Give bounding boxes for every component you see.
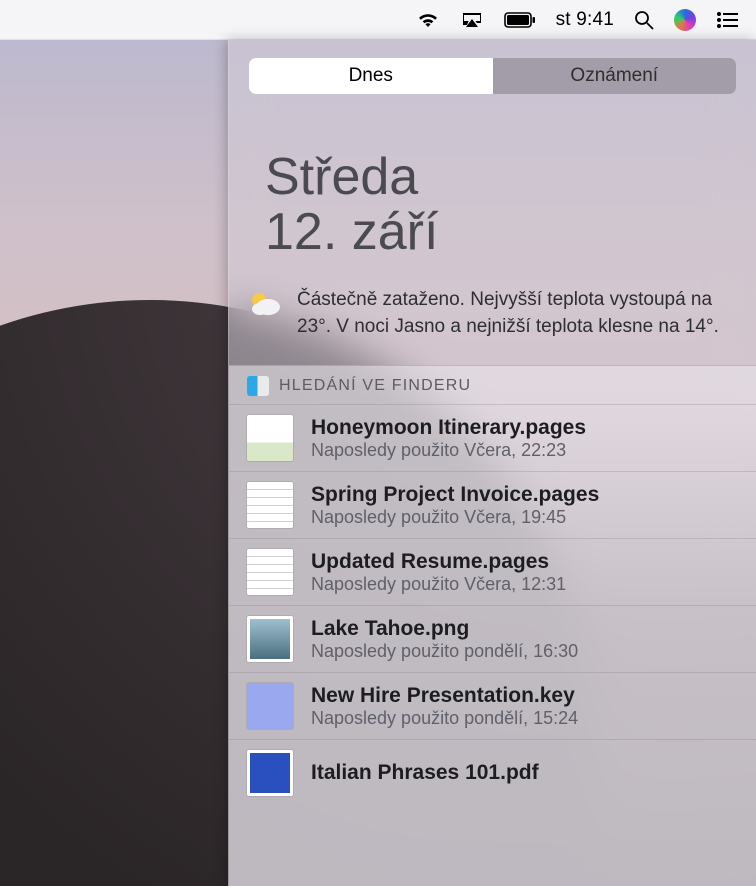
weather-widget[interactable]: Částečně zataženo. Nejvyšší teplota vyst… bbox=[229, 277, 756, 365]
list-item[interactable]: Italian Phrases 101.pdf bbox=[229, 740, 756, 806]
finder-widget-title: HLEDÁNÍ VE FINDERU bbox=[279, 377, 471, 395]
finder-search-widget: HLEDÁNÍ VE FINDERU Honeymoon Itinerary.p… bbox=[229, 365, 756, 886]
file-subtitle: Naposledy použito Včera, 22:23 bbox=[311, 440, 586, 461]
file-subtitle: Naposledy použito pondělí, 15:24 bbox=[311, 708, 578, 729]
file-name: Updated Resume.pages bbox=[311, 550, 566, 574]
siri-icon[interactable] bbox=[674, 9, 696, 31]
weather-text: Částečně zataženo. Nejvyšší teplota vyst… bbox=[297, 287, 730, 341]
file-name: Honeymoon Itinerary.pages bbox=[311, 416, 586, 440]
file-subtitle: Naposledy použito pondělí, 16:30 bbox=[311, 641, 578, 662]
file-thumbnail bbox=[247, 549, 293, 595]
file-thumbnail bbox=[247, 683, 293, 729]
file-name: New Hire Presentation.key bbox=[311, 684, 578, 708]
tab-notifications[interactable]: Oznámení bbox=[493, 58, 737, 94]
finder-icon bbox=[247, 376, 269, 396]
file-name: Italian Phrases 101.pdf bbox=[311, 761, 539, 785]
list-item[interactable]: Honeymoon Itinerary.pages Naposledy použ… bbox=[229, 405, 756, 472]
airplay-icon[interactable] bbox=[460, 11, 484, 29]
file-subtitle: Naposledy použito Včera, 19:45 bbox=[311, 507, 599, 528]
menubar: st 9:41 bbox=[0, 0, 756, 40]
list-item[interactable]: New Hire Presentation.key Naposledy použ… bbox=[229, 673, 756, 740]
notification-center-icon[interactable] bbox=[716, 11, 738, 29]
file-thumbnail bbox=[247, 415, 293, 461]
file-subtitle: Naposledy použito Včera, 12:31 bbox=[311, 574, 566, 595]
finder-results-list: Honeymoon Itinerary.pages Naposledy použ… bbox=[229, 405, 756, 806]
file-thumbnail bbox=[247, 750, 293, 796]
notification-center-panel: Dnes Oznámení Středa 12. září Částečně z… bbox=[228, 40, 756, 886]
file-thumbnail bbox=[247, 616, 293, 662]
file-name: Lake Tahoe.png bbox=[311, 617, 578, 641]
list-item[interactable]: Spring Project Invoice.pages Naposledy p… bbox=[229, 472, 756, 539]
finder-widget-header: HLEDÁNÍ VE FINDERU bbox=[229, 366, 756, 405]
tab-switcher: Dnes Oznámení bbox=[229, 40, 756, 102]
date-day-month: 12. září bbox=[265, 205, 720, 260]
menubar-clock[interactable]: st 9:41 bbox=[556, 9, 614, 31]
file-name: Spring Project Invoice.pages bbox=[311, 483, 599, 507]
date-header: Středa 12. září bbox=[229, 102, 756, 277]
battery-icon[interactable] bbox=[504, 12, 536, 28]
tab-today[interactable]: Dnes bbox=[249, 58, 493, 94]
partly-cloudy-icon bbox=[247, 289, 283, 319]
wifi-icon[interactable] bbox=[416, 11, 440, 29]
list-item[interactable]: Lake Tahoe.png Naposledy použito pondělí… bbox=[229, 606, 756, 673]
list-item[interactable]: Updated Resume.pages Naposledy použito V… bbox=[229, 539, 756, 606]
file-thumbnail bbox=[247, 482, 293, 528]
search-icon[interactable] bbox=[634, 10, 654, 30]
date-day-of-week: Středa bbox=[265, 150, 720, 205]
